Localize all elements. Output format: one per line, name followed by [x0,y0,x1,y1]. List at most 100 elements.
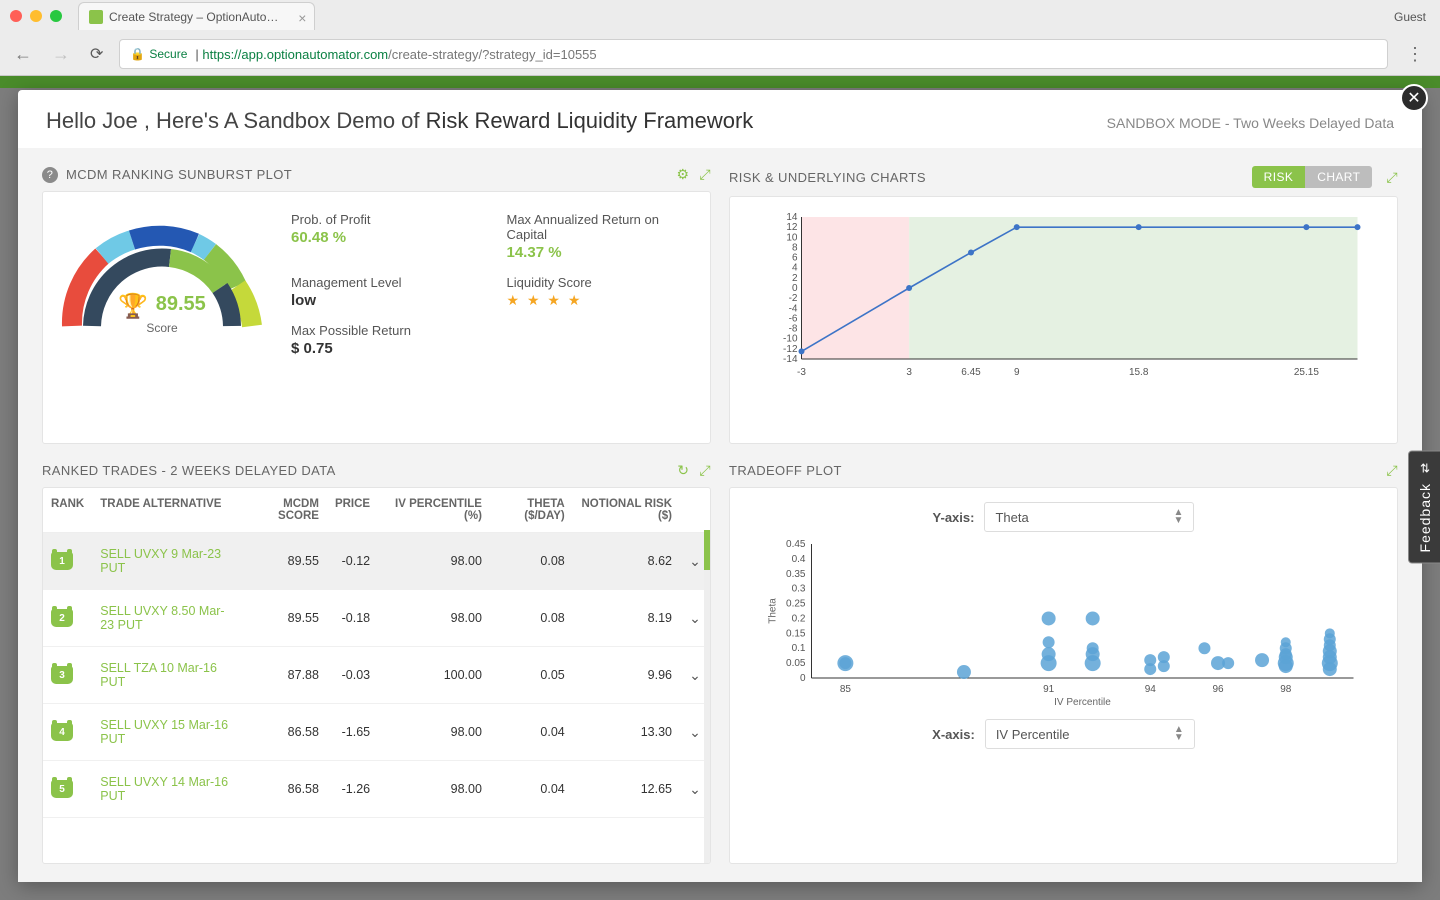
ranked-title: RANKED TRADES - 2 WEEKS DELAYED DATA [42,463,336,478]
cell-notional: 8.62 [573,533,680,590]
trophy-icon: 🏆 [118,293,148,320]
cell-ivp: 98.00 [378,533,490,590]
svg-text:0.45: 0.45 [786,539,806,550]
svg-text:94: 94 [1145,684,1157,695]
cell-score: 89.55 [245,533,327,590]
svg-text:0.3: 0.3 [792,584,806,595]
cell-theta: 0.04 [490,704,573,761]
cell-theta: 0.08 [490,590,573,647]
th-theta[interactable]: THETA ($/DAY) [490,488,573,533]
svg-text:0.2: 0.2 [792,613,806,624]
svg-text:-10: -10 [783,334,798,345]
th-rank[interactable]: RANK [43,488,92,533]
cell-price: -0.03 [327,647,378,704]
close-window-icon[interactable] [10,10,22,22]
table-row[interactable]: 5SELL UVXY 14 Mar-16 PUT86.58-1.2698.000… [43,761,710,818]
browser-menu-icon[interactable]: ⋮ [1400,44,1430,65]
th-notional[interactable]: NOTIONAL RISK ($) [573,488,680,533]
svg-text:-12: -12 [783,344,798,355]
feedback-label: Feedback [1417,483,1433,552]
greeting-prefix: Hello Joe , Here's A Sandbox Demo of [46,108,426,133]
y-axis-select[interactable]: Theta ▲▼ [984,502,1194,532]
svg-text:IV Percentile: IV Percentile [1054,697,1111,708]
risk-chart-toggle[interactable]: Risk Chart [1252,166,1373,188]
svg-text:3: 3 [906,367,912,378]
th-score[interactable]: MCDM SCORE [245,488,327,533]
modal-body: ? MCDM RANKING SUNBURST PLOT ⚙ ⤢ [18,148,1422,882]
svg-text:0.25: 0.25 [786,599,806,610]
table-row[interactable]: 3SELL TZA 10 Mar-16 PUT87.88-0.03100.000… [43,647,710,704]
cell-theta: 0.04 [490,761,573,818]
expand-icon[interactable]: ⤢ [1386,462,1398,479]
x-axis-select[interactable]: IV Percentile ▲▼ [985,719,1195,749]
svg-text:2: 2 [792,273,798,284]
cell-notional: 12.65 [573,761,680,818]
expand-icon[interactable]: ⤢ [699,462,711,479]
feedback-tab[interactable]: Feedback ⇅ [1408,450,1440,563]
tab-close-icon[interactable]: × [298,10,306,26]
svg-text:85: 85 [840,684,852,695]
ranked-trades-table: RANK TRADE ALTERNATIVE MCDM SCORE PRICE … [43,488,710,818]
settings-icon[interactable]: ⚙ [676,166,689,183]
toggle-risk[interactable]: Risk [1252,166,1306,188]
risk-chart-panel: RISK & UNDERLYING CHARTS Risk Chart ⤢ -1… [729,166,1398,444]
stepper-icon: ▲▼ [1174,509,1184,525]
ranked-trades-panel: RANKED TRADES - 2 WEEKS DELAYED DATA ↻ ⤢… [42,462,711,864]
feedback-arrows-icon: ⇅ [1419,461,1430,475]
url-bar[interactable]: 🔒 Secure | https://app.optionautomator.c… [119,39,1388,69]
cell-price: -1.65 [327,704,378,761]
rank-badge-icon: 1 [51,552,73,570]
trade-link[interactable]: SELL UVXY 14 Mar-16 PUT [100,775,228,803]
cell-notional: 9.96 [573,647,680,704]
th-price[interactable]: PRICE [327,488,378,533]
table-row[interactable]: 2SELL UVXY 8.50 Mar-23 PUT89.55-0.1898.0… [43,590,710,647]
expand-icon[interactable]: ⤢ [699,166,711,183]
forward-icon: → [48,40,74,69]
rank-badge-icon: 4 [51,723,73,741]
tab-title: Create Strategy – OptionAuto… [109,10,278,24]
sunburst-panel: ? MCDM RANKING SUNBURST PLOT ⚙ ⤢ [42,166,711,444]
cell-ivp: 98.00 [378,761,490,818]
refresh-icon[interactable]: ↻ [677,462,689,479]
svg-text:-2: -2 [789,293,798,304]
pop-value: 60.48 % [291,229,481,246]
th-alt[interactable]: TRADE ALTERNATIVE [92,488,244,533]
profile-label[interactable]: Guest [1394,10,1426,24]
minimize-window-icon[interactable] [30,10,42,22]
score-value: 89.55 [156,293,206,316]
svg-text:-4: -4 [789,303,798,314]
trade-link[interactable]: SELL UVXY 15 Mar-16 PUT [100,718,228,746]
browser-tab[interactable]: Create Strategy – OptionAuto… × [78,2,315,30]
maxret-value: $ 0.75 [291,340,481,357]
y-axis-value: Theta [995,510,1028,525]
trade-link[interactable]: SELL TZA 10 Mar-16 PUT [100,661,217,689]
svg-text:-8: -8 [789,324,798,335]
liq-stars: ★ ★ ★ ★ [507,292,697,309]
table-row[interactable]: 1SELL UVXY 9 Mar-23 PUT89.55-0.1298.000.… [43,533,710,590]
svg-text:0: 0 [792,283,798,294]
help-icon[interactable]: ? [42,167,58,183]
reload-icon[interactable]: ⟳ [86,40,107,68]
x-axis-label: X-axis: [932,727,975,742]
svg-text:-3: -3 [797,367,806,378]
back-icon[interactable]: ← [10,40,36,69]
scrollbar[interactable] [704,530,710,863]
expand-icon[interactable]: ⤢ [1386,169,1398,186]
toggle-chart[interactable]: Chart [1305,166,1372,188]
cell-ivp: 100.00 [378,647,490,704]
svg-text:6: 6 [792,253,798,264]
trade-link[interactable]: SELL UVXY 9 Mar-23 PUT [100,547,221,575]
th-ivp[interactable]: IV PERCENTILE (%) [378,488,490,533]
cell-theta: 0.05 [490,647,573,704]
trade-link[interactable]: SELL UVXY 8.50 Mar-23 PUT [100,604,224,632]
x-axis-value: IV Percentile [996,727,1070,742]
cell-notional: 13.30 [573,704,680,761]
svg-text:9: 9 [1014,367,1020,378]
mgmt-label: Management Level [291,275,481,290]
close-button[interactable]: ✕ [1400,84,1428,112]
cell-score: 86.58 [245,704,327,761]
maximize-window-icon[interactable] [50,10,62,22]
table-row[interactable]: 4SELL UVXY 15 Mar-16 PUT86.58-1.6598.000… [43,704,710,761]
tradeoff-scatter-chart: 00.050.10.150.20.250.30.350.40.458591949… [744,538,1383,708]
url-scheme: https:// [202,47,241,62]
